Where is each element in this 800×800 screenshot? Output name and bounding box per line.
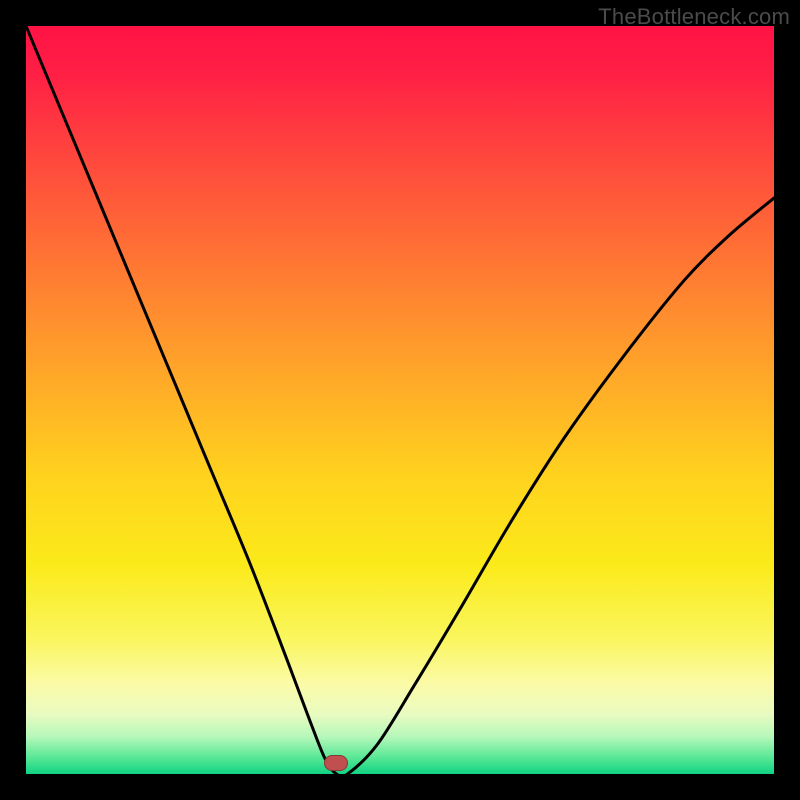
minimum-marker bbox=[324, 755, 348, 771]
watermark-text: TheBottleneck.com bbox=[598, 4, 790, 30]
chart-frame: TheBottleneck.com bbox=[0, 0, 800, 800]
bottleneck-curve bbox=[26, 26, 774, 774]
plot-area bbox=[26, 26, 774, 774]
curve-svg bbox=[26, 26, 774, 774]
